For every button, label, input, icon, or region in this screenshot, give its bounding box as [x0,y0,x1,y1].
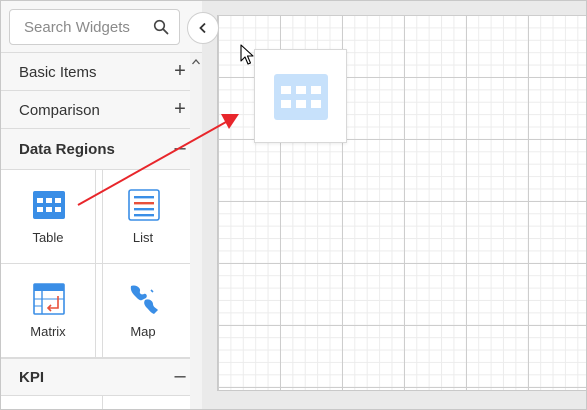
category-kpi[interactable]: KPI – [1,358,190,396]
widget-label: Map [130,324,156,339]
panel-scrollbar[interactable] [190,53,202,409]
widget-label: List [132,230,154,245]
category-data-regions[interactable]: Data Regions – [1,129,190,170]
drag-preview-table[interactable] [254,49,347,143]
category-comparison[interactable]: Comparison + [1,91,190,129]
scroll-up-icon[interactable] [192,59,200,65]
widget-panel: Basic Items + Comparison + Data Regions … [1,1,202,409]
expand-icon[interactable]: + [172,60,188,82]
widget-label: Table [32,230,64,245]
collapse-icon[interactable]: – [172,365,188,387]
search-box [9,9,180,45]
category-label: Basic Items [19,64,97,81]
item-divider [102,170,103,358]
list-icon [128,189,160,221]
table-icon [33,191,65,219]
widget-label: Matrix [30,324,66,339]
category-label: Comparison [19,102,100,119]
search-icon[interactable] [153,19,169,35]
item-divider [102,396,103,409]
data-regions-items: Table List Matrix Map [1,170,190,358]
widget-table[interactable]: Table [1,170,96,264]
widget-list[interactable]: List [96,170,190,264]
mouse-cursor-icon [240,44,254,65]
collapse-panel-button[interactable] [187,12,219,44]
widget-matrix[interactable]: Matrix [1,264,96,358]
category-label: Data Regions [19,141,115,158]
matrix-icon [33,283,65,315]
chevron-left-icon [199,22,206,34]
expand-icon[interactable]: + [172,98,188,120]
search-input[interactable] [10,10,150,44]
widget-map[interactable]: Map [96,264,190,358]
collapse-icon[interactable]: – [172,137,188,159]
map-icon [130,285,158,314]
search-bar [1,1,202,53]
kpi-items [1,396,190,409]
category-basic-items[interactable]: Basic Items + [1,53,190,91]
table-icon [274,74,328,120]
report-designer: Basic Items + Comparison + Data Regions … [0,0,587,410]
category-label: KPI [19,369,45,386]
